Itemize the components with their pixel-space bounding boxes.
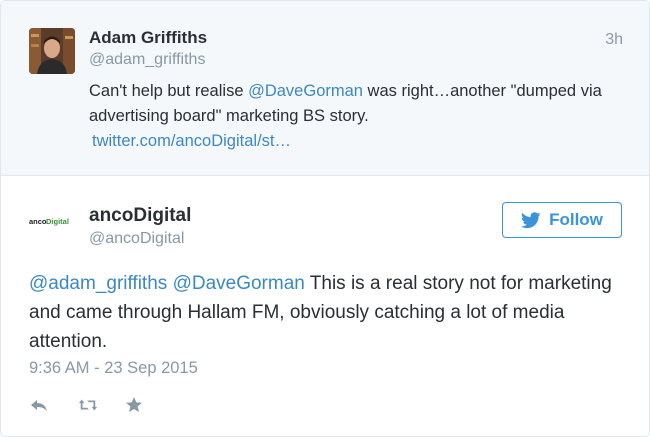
author-handle[interactable]: @ancoDigital (89, 230, 184, 248)
mention-link[interactable]: @DaveGorman (248, 82, 363, 100)
svg-text:anco: anco (29, 217, 47, 226)
embedded-tweet-card: Adam Griffiths @adam_griffiths 3h Can't … (0, 0, 650, 437)
star-icon (126, 397, 142, 412)
tweet-text: Can't help but realise @DaveGorman was r… (89, 79, 609, 154)
reply-icon (31, 400, 47, 411)
timestamp[interactable]: 3h (605, 31, 623, 49)
tweet-actions (29, 395, 144, 415)
favorite-button[interactable] (124, 395, 144, 415)
tweet-date[interactable]: 9:36 AM - 23 Sep 2015 (29, 359, 198, 378)
follow-label: Follow (549, 210, 603, 229)
retweet-icon (78, 399, 98, 411)
twitter-bird-icon (521, 211, 541, 228)
tweet-text: @adam_griffiths @DaveGorman This is a re… (29, 269, 629, 356)
text-segment: Can't help but realise (89, 82, 249, 100)
retweet-button[interactable] (78, 395, 98, 415)
author-name[interactable]: Adam Griffiths (89, 28, 207, 48)
anco-digital-logo[interactable]: anco Digital (29, 214, 75, 226)
follow-button[interactable]: Follow (502, 202, 622, 238)
author-name[interactable]: ancoDigital (89, 205, 191, 227)
parent-tweet[interactable]: Adam Griffiths @adam_griffiths 3h Can't … (1, 1, 649, 176)
reply-button[interactable] (29, 395, 49, 415)
author-handle[interactable]: @adam_griffiths (89, 51, 205, 69)
svg-text:Digital: Digital (46, 217, 69, 226)
mention-link[interactable]: @DaveGorman (173, 273, 305, 294)
tweet-link[interactable]: twitter.com/ancoDigital/st… (92, 132, 291, 150)
avatar[interactable] (29, 28, 75, 74)
mention-link[interactable]: @adam_griffiths (29, 273, 167, 294)
